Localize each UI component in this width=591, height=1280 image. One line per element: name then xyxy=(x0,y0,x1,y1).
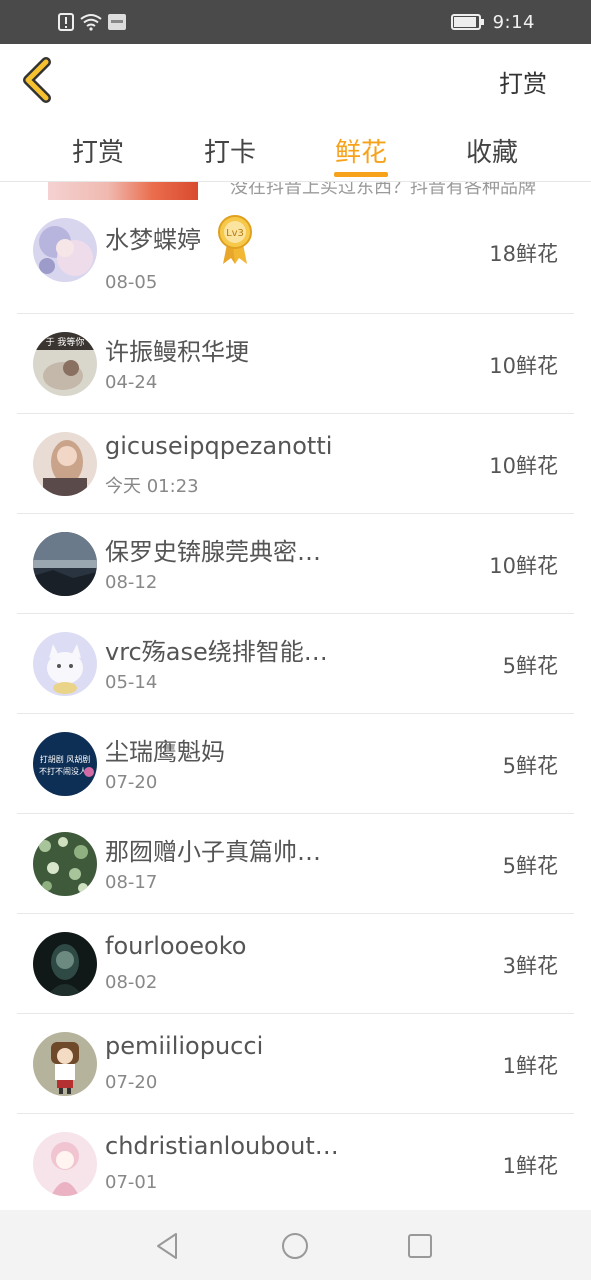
avatar[interactable] xyxy=(33,432,97,496)
tab-favorites[interactable]: 收藏 xyxy=(437,132,547,169)
flower-amount: 10鲜花 xyxy=(489,454,558,478)
avatar[interactable]: 于 我等你 xyxy=(33,332,97,396)
ad-thumbnail xyxy=(48,182,198,200)
list-item[interactable]: pemiiliopucci 07-20 1鲜花 xyxy=(17,1014,574,1114)
user-name: 许振鳗积华埂 xyxy=(105,338,249,366)
avatar[interactable] xyxy=(33,632,97,696)
gift-date: 05-14 xyxy=(105,672,158,693)
battery-icon xyxy=(450,14,484,30)
list-item[interactable]: 那囫赠小子真篇帅… 08-17 5鲜花 xyxy=(17,814,574,914)
avatar[interactable] xyxy=(33,932,97,996)
chevron-left-icon xyxy=(23,57,51,103)
badge-level-text: Lv3 xyxy=(226,228,244,239)
user-name: fourlooeoko xyxy=(105,932,247,960)
avatar[interactable] xyxy=(33,218,97,282)
alert-icon xyxy=(58,13,74,31)
avatar[interactable]: 打胡剧 风胡剧 不打不闹没人 xyxy=(33,732,97,796)
gift-date: 08-17 xyxy=(105,872,158,893)
flower-amount: 5鲜花 xyxy=(502,654,558,678)
back-triangle-icon xyxy=(157,1233,177,1259)
gift-date: 07-01 xyxy=(105,1172,158,1193)
status-icons-left xyxy=(58,12,126,32)
flower-amount: 5鲜花 xyxy=(502,754,558,778)
wifi-icon xyxy=(80,14,102,31)
gift-date: 08-02 xyxy=(105,972,158,993)
avatar[interactable] xyxy=(33,1132,97,1196)
avatar[interactable] xyxy=(33,532,97,596)
avatar[interactable] xyxy=(33,832,97,896)
tab-checkin[interactable]: 打卡 xyxy=(175,132,285,169)
flower-amount: 3鲜花 xyxy=(502,954,558,978)
avatar-text: 于 我等你 xyxy=(46,336,85,348)
level-badge-icon: Lv3 xyxy=(218,215,252,264)
gift-date: 08-12 xyxy=(105,572,158,593)
nav-back-button[interactable] xyxy=(152,1230,184,1262)
avatar[interactable] xyxy=(33,1032,97,1096)
user-name: gicuseipqpezanotti xyxy=(105,432,333,460)
list-item[interactable]: 打胡剧 风胡剧 不打不闹没人 尘瑞鹰魁妈 07-20 5鲜花 xyxy=(17,714,574,814)
status-time: 9:14 xyxy=(492,11,535,33)
nav-home-button[interactable] xyxy=(279,1230,311,1262)
list-item[interactable]: vrc殇ase绕排智能… 05-14 5鲜花 xyxy=(17,614,574,714)
flower-amount: 18鲜花 xyxy=(489,242,558,266)
gift-date: 今天 01:23 xyxy=(105,476,199,497)
list-item[interactable]: 保罗史锛腺莞典密… 08-12 10鲜花 xyxy=(17,514,574,614)
ad-banner-peek[interactable]: 没在抖音上买过东西？抖音有各种品牌 xyxy=(0,182,591,200)
list-item[interactable]: chdristianloubout… 07-01 1鲜花 xyxy=(17,1114,574,1214)
avatar-text: 打胡剧 风胡剧 xyxy=(40,754,91,764)
sms-icon xyxy=(108,14,126,30)
user-name: pemiiliopucci xyxy=(105,1032,264,1060)
status-icons-right: 9:14 xyxy=(450,11,535,33)
back-button[interactable] xyxy=(16,56,64,104)
list-item[interactable]: fourlooeoko 08-02 3鲜花 xyxy=(17,914,574,1014)
list-item[interactable]: 于 我等你 许振鳗积华埂 04-24 10鲜花 xyxy=(17,314,574,414)
recents-square-icon xyxy=(408,1234,432,1258)
list-item[interactable]: gicuseipqpezanotti 今天 01:23 10鲜花 xyxy=(17,414,574,514)
flower-giver-list: 水梦蝶婷 Lv3 08-05 18鲜花 于 我等你 许振鳗积华埂 04-24 1… xyxy=(0,200,591,1214)
tab-bar: 打赏 打卡 鲜花 收藏 xyxy=(0,120,591,182)
home-circle-icon xyxy=(282,1233,308,1259)
nav-recents-button[interactable] xyxy=(404,1230,436,1262)
flower-amount: 10鲜花 xyxy=(489,554,558,578)
user-name: 那囫赠小子真篇帅… xyxy=(105,838,321,866)
gift-date: 07-20 xyxy=(105,1072,158,1093)
flower-amount: 5鲜花 xyxy=(502,854,558,878)
active-tab-indicator xyxy=(334,172,388,177)
tab-flowers[interactable]: 鲜花 xyxy=(306,132,416,169)
header-reward-button[interactable]: 打赏 xyxy=(499,64,547,99)
user-name: chdristianloubout… xyxy=(105,1132,339,1160)
user-name: 尘瑞鹰魁妈 xyxy=(105,738,225,766)
user-name: vrc殇ase绕排智能… xyxy=(105,638,328,666)
list-item[interactable]: 水梦蝶婷 Lv3 08-05 18鲜花 xyxy=(17,200,574,314)
flower-amount: 1鲜花 xyxy=(502,1054,558,1078)
user-name: 水梦蝶婷 xyxy=(105,226,201,254)
gift-date: 04-24 xyxy=(105,372,158,393)
status-bar: 9:14 xyxy=(0,0,591,44)
ad-text: 没在抖音上买过东西？抖音有各种品牌 xyxy=(230,182,536,198)
tab-reward[interactable]: 打赏 xyxy=(43,132,153,169)
user-name: 保罗史锛腺莞典密… xyxy=(105,538,321,566)
gift-date: 08-05 xyxy=(105,272,158,293)
flower-amount: 1鲜花 xyxy=(502,1154,558,1178)
flower-amount: 10鲜花 xyxy=(489,354,558,378)
avatar-text: 不打不闹没人 xyxy=(39,766,87,776)
gift-date: 07-20 xyxy=(105,772,158,793)
header: 打赏 xyxy=(0,44,591,120)
system-nav-bar xyxy=(0,1210,591,1280)
